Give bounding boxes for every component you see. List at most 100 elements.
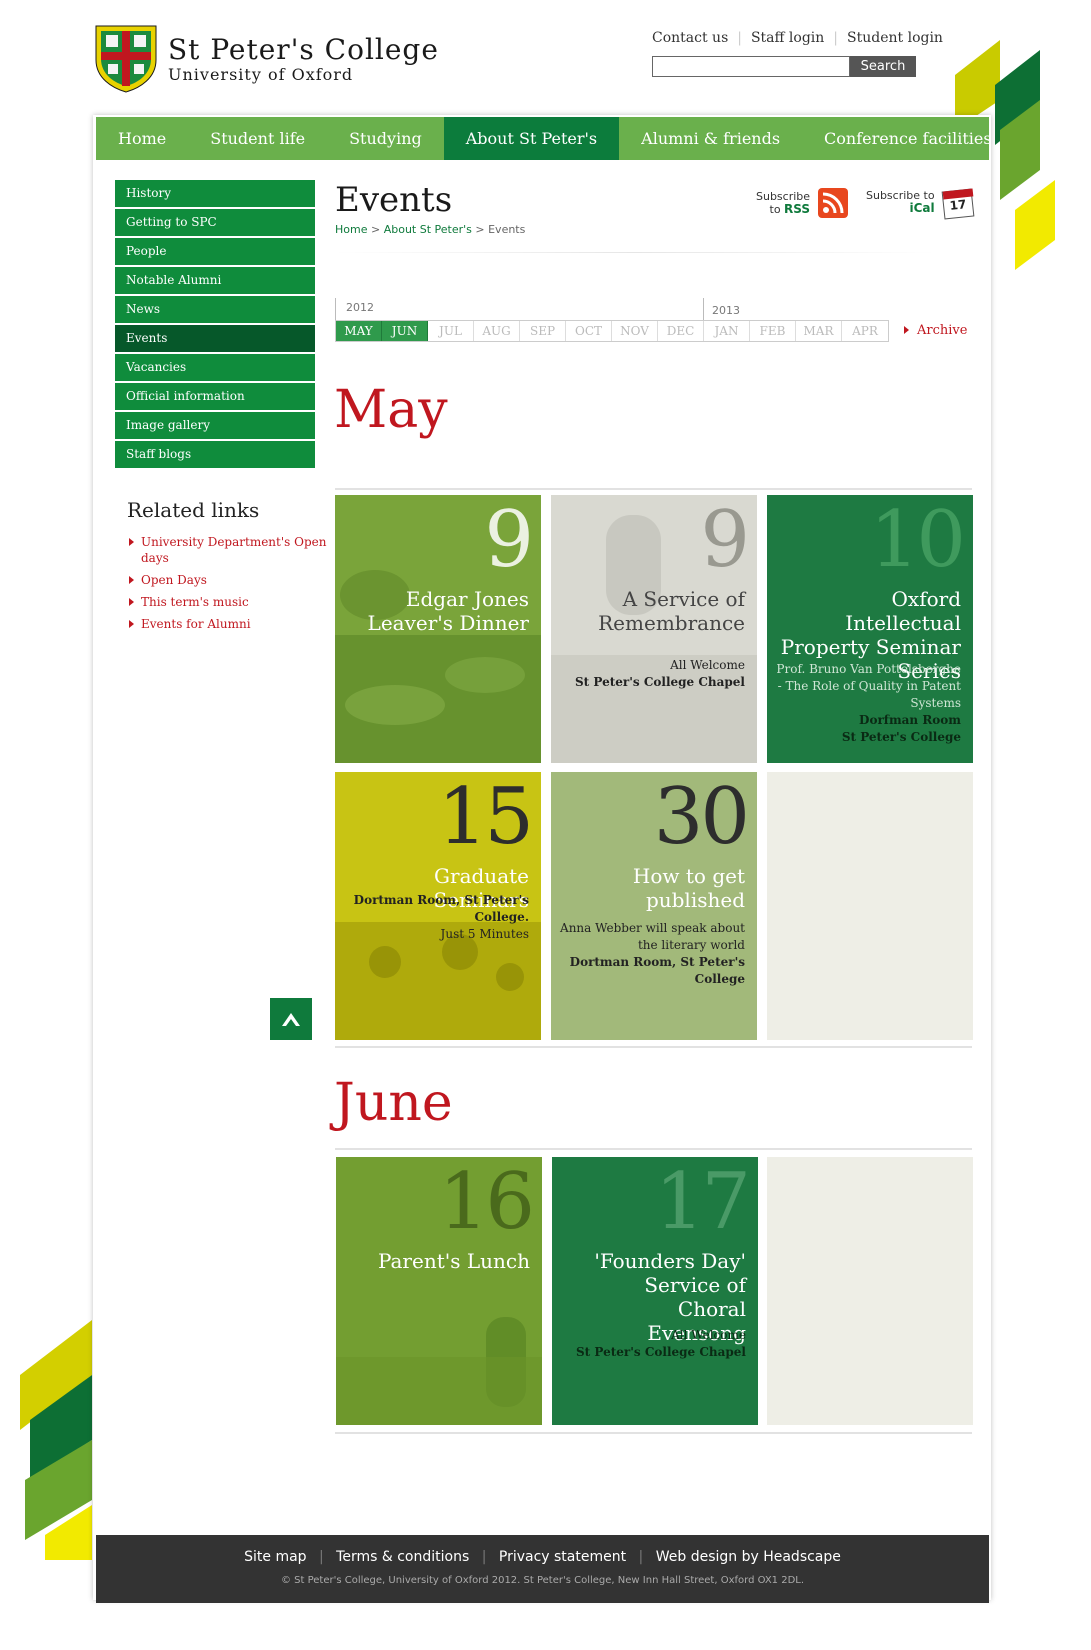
nav-item-alumni[interactable]: Alumni & friends: [619, 117, 802, 160]
month-tab-apr[interactable]: APR: [842, 321, 888, 341]
event-details: All Welcome St Peter's College Chapel: [555, 657, 745, 691]
month-tab-jul[interactable]: JUL: [428, 321, 474, 341]
college-name-line2: University of Oxford: [168, 65, 354, 84]
college-name-line1: St Peter's College: [168, 33, 439, 66]
sidebar-item-people[interactable]: People: [115, 238, 315, 265]
breadcrumb-about[interactable]: About St Peter's: [384, 223, 472, 236]
month-tab-dec[interactable]: DEC: [658, 321, 704, 341]
month-tab-jan[interactable]: JAN: [704, 321, 750, 341]
breadcrumb-separator: >: [370, 223, 384, 236]
month-tab-may[interactable]: MAY: [336, 321, 382, 341]
footer-copyright: © St Peter's College, University of Oxfo…: [280, 1575, 805, 1586]
calendar-icon: 17: [941, 186, 974, 220]
empty-tile: [767, 772, 973, 1040]
footer: Site map | Terms & conditions | Privacy …: [96, 1535, 989, 1603]
section-rule: [335, 1046, 972, 1048]
staff-login-link[interactable]: Staff login: [751, 30, 824, 46]
year-label-2012: 2012: [346, 301, 374, 314]
event-title: Parent's Lunch: [377, 1249, 530, 1273]
related-link[interactable]: Open Days: [127, 572, 327, 588]
event-detail-line: Anna Webber will speak about the literar…: [560, 921, 745, 952]
section-rule: [335, 1148, 972, 1150]
student-login-link[interactable]: Student login: [847, 30, 943, 46]
event-day: 30: [653, 772, 750, 862]
rss-icon: [818, 188, 849, 218]
search-input[interactable]: [652, 56, 850, 77]
sidebar-item-history[interactable]: History: [115, 180, 315, 207]
sidebar-item-image-gallery[interactable]: Image gallery: [115, 412, 315, 439]
breadcrumb-separator: >: [475, 223, 489, 236]
footer-link-privacy[interactable]: Privacy statement: [499, 1549, 626, 1565]
nav-item-student-life[interactable]: Student life: [188, 117, 327, 160]
subscribe-rss-to: to: [769, 203, 781, 216]
event-day: 16: [438, 1157, 535, 1247]
footer-link-sitemap[interactable]: Site map: [244, 1549, 306, 1565]
related-links-title: Related links: [127, 498, 260, 522]
nav-item-home[interactable]: Home: [96, 117, 188, 160]
subscribe-ical-label: iCal: [909, 201, 935, 215]
event-tile[interactable]: 10 Oxford Intellectual Property Seminar …: [767, 495, 973, 763]
year-marker-line: [703, 298, 704, 320]
event-tile[interactable]: 9 Edgar Jones Leaver's Dinner: [335, 495, 541, 763]
related-link[interactable]: This term's music: [127, 594, 327, 610]
footer-separator: |: [481, 1549, 487, 1565]
event-title: How to get published: [632, 864, 745, 912]
event-tile[interactable]: 9 A Service of Remembrance All Welcome S…: [551, 495, 757, 763]
nav-item-conference[interactable]: Conference facilities: [802, 117, 1014, 160]
event-day: 17: [654, 1157, 751, 1247]
college-logo[interactable]: St Peter's College University of Oxford: [94, 24, 439, 94]
sidebar-item-news[interactable]: News: [115, 296, 315, 323]
breadcrumb-home[interactable]: Home: [335, 223, 367, 236]
event-tile[interactable]: 16 Parent's Lunch: [336, 1157, 542, 1425]
sidebar-item-getting-to-spc[interactable]: Getting to SPC: [115, 209, 315, 236]
month-tab-feb[interactable]: FEB: [750, 321, 796, 341]
subscribe-ical-link[interactable]: Subscribe to iCal 17: [866, 186, 974, 220]
event-detail-line: All Welcome: [670, 658, 745, 672]
event-details: All Welcome St Peter's College Chapel: [556, 1327, 746, 1361]
event-day: 9: [484, 495, 534, 585]
nav-item-about[interactable]: About St Peter's: [443, 117, 620, 160]
event-tile[interactable]: 17 'Founders Day' Service of Choral Even…: [552, 1157, 758, 1425]
search-form: Search: [652, 56, 916, 77]
event-detail-line: Just 5 Minutes: [440, 927, 529, 941]
contact-us-link[interactable]: Contact us: [652, 30, 728, 46]
month-heading-june: June: [334, 1073, 453, 1133]
back-to-top-button[interactable]: [270, 998, 312, 1040]
month-tab-mar[interactable]: MAR: [796, 321, 842, 341]
event-detail-line: Prof. Bruno Van Pottelsberghe - The Role…: [776, 662, 961, 710]
month-tab-sep[interactable]: SEP: [520, 321, 566, 341]
nav-item-studying[interactable]: Studying: [327, 117, 444, 160]
month-tab-oct[interactable]: OCT: [566, 321, 612, 341]
event-details: Prof. Bruno Van Pottelsberghe - The Role…: [771, 661, 961, 746]
header-rule: [335, 252, 935, 253]
page-title: Events: [335, 180, 453, 220]
year-marker-line: [335, 298, 336, 320]
top-links-separator: |: [737, 30, 742, 46]
related-link[interactable]: Events for Alumni: [127, 616, 327, 632]
month-tab-aug[interactable]: AUG: [474, 321, 520, 341]
month-tab-jun[interactable]: JUN: [382, 321, 428, 341]
event-day: 9: [700, 495, 750, 585]
breadcrumb: Home > About St Peter's > Events: [335, 223, 525, 236]
sidebar-item-official-information[interactable]: Official information: [115, 383, 315, 410]
sidebar-item-notable-alumni[interactable]: Notable Alumni: [115, 267, 315, 294]
event-detail-line: Dortman Room, St Peter's College: [569, 955, 745, 986]
event-tile[interactable]: 15 Graduate Seminars Dortman Room, St Pe…: [335, 772, 541, 1040]
search-button[interactable]: Search: [850, 56, 916, 77]
sidebar-item-staff-blogs[interactable]: Staff blogs: [115, 441, 315, 468]
subscribe-rss-link[interactable]: Subscribe to RSS: [756, 188, 849, 218]
event-title: Edgar Jones Leaver's Dinner: [367, 587, 529, 635]
footer-link-headscape[interactable]: Web design by Headscape: [656, 1549, 841, 1565]
top-links: Contact us | Staff login | Student login: [652, 30, 943, 46]
month-tab-nov[interactable]: NOV: [612, 321, 658, 341]
event-detail-line: St Peter's College Chapel: [575, 675, 745, 689]
event-day: 15: [437, 772, 534, 862]
event-detail-line: St Peter's College Chapel: [576, 1345, 746, 1359]
sidebar-item-vacancies[interactable]: Vacancies: [115, 354, 315, 381]
related-link[interactable]: University Department's Open days: [127, 534, 327, 566]
event-tile[interactable]: 30 How to get published Anna Webber will…: [551, 772, 757, 1040]
event-detail-line: Dorfman Room: [859, 713, 961, 727]
sidebar-item-events[interactable]: Events: [115, 325, 315, 352]
footer-link-terms[interactable]: Terms & conditions: [336, 1549, 469, 1565]
archive-link[interactable]: Archive: [904, 323, 967, 338]
